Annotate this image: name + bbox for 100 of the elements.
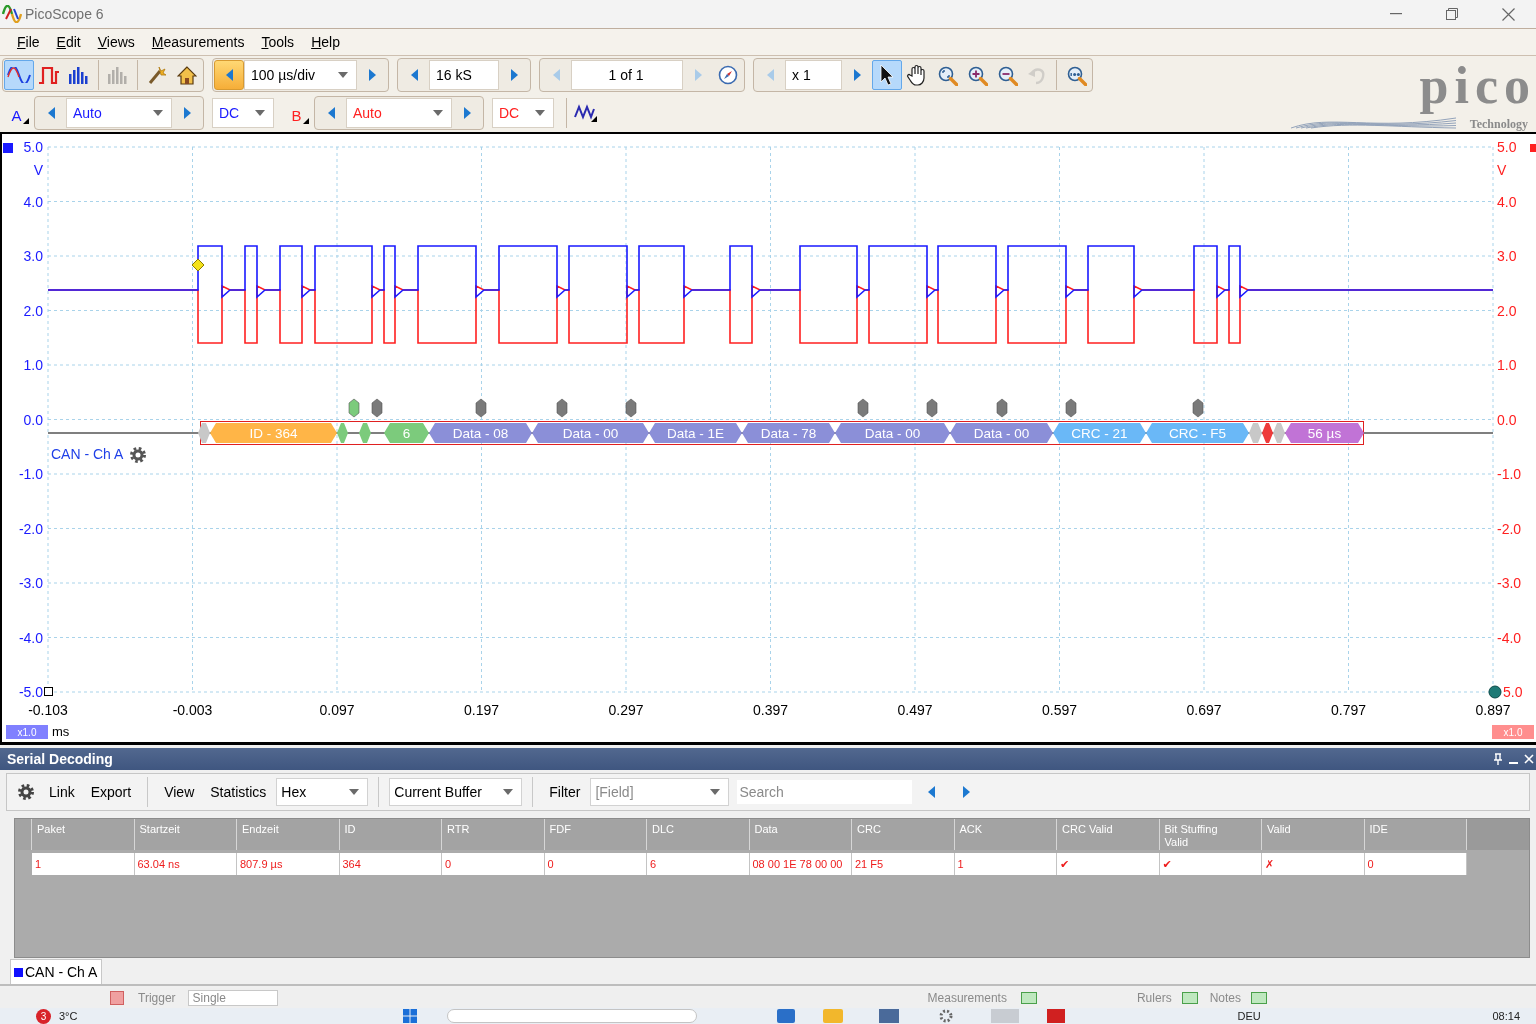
hand-icon — [906, 64, 928, 86]
close-icon[interactable] — [1524, 754, 1534, 764]
taskbar-app-icon[interactable] — [879, 1009, 900, 1023]
ruler-handle-icon[interactable] — [44, 687, 53, 696]
axis-tick-label: 5.0 — [23, 139, 43, 155]
search-field[interactable]: Search — [737, 780, 913, 804]
menu-item[interactable]: Edit — [48, 32, 89, 52]
right-triangle-icon — [183, 107, 191, 119]
buffer-dropdown[interactable]: Current Buffer — [389, 778, 523, 806]
notification-badge: 3 — [36, 1008, 51, 1024]
buffer-field[interactable]: 1 of 1 — [571, 60, 683, 90]
windows-logo-icon[interactable] — [403, 1009, 418, 1023]
column-header[interactable]: CRC Valid — [1057, 819, 1160, 850]
taskbar-search-field[interactable] — [447, 1009, 698, 1023]
wand-icon — [147, 65, 167, 85]
range-dropdown[interactable]: Auto — [66, 98, 172, 128]
table-cell: 0 — [442, 853, 545, 875]
channel-marker-icon[interactable] — [3, 143, 13, 153]
decoded-field[interactable]: Data - 1E — [649, 423, 742, 443]
table-cell: 21 F5 — [852, 853, 955, 875]
decoded-field[interactable]: CRC - F5 — [1146, 423, 1249, 443]
decoded-field[interactable]: Data - 00 — [950, 423, 1053, 443]
ruler-handle-icon[interactable] — [1488, 685, 1502, 699]
language-indicator[interactable]: DEU — [1237, 1010, 1261, 1022]
column-header[interactable]: FDF — [544, 819, 647, 850]
column-header[interactable]: Bit Stuffing Valid — [1159, 819, 1262, 850]
clock-text[interactable]: 08:14 — [1492, 1010, 1520, 1022]
previous-button[interactable] — [214, 60, 244, 90]
menu-item[interactable]: Measurements — [143, 32, 253, 52]
toolbar-button[interactable]: Export — [84, 780, 138, 804]
decoded-field[interactable]: Data - 08 — [429, 423, 532, 443]
toolbar-button[interactable]: View — [158, 780, 201, 804]
pin-icon[interactable] — [1493, 753, 1503, 765]
samples-field[interactable]: 16 kS — [429, 60, 499, 90]
axis-tick-label: 0.897 — [1475, 702, 1511, 718]
column-header[interactable]: Paket — [32, 819, 135, 850]
menu-item[interactable]: Tools — [253, 32, 303, 52]
caret-icon — [710, 789, 721, 795]
window-title: PicoScope 6 — [25, 6, 104, 22]
gear-icon[interactable] — [129, 446, 147, 464]
range-dropdown[interactable]: Auto — [346, 98, 452, 128]
column-header[interactable]: IDE — [1364, 819, 1467, 850]
decoded-field[interactable]: CRC - 21 — [1053, 423, 1146, 443]
decoded-field[interactable]: 6 — [384, 423, 429, 443]
coupling-dropdown[interactable]: DC — [492, 98, 554, 128]
decoded-field[interactable]: Data - 78 — [742, 423, 835, 443]
coupling-dropdown[interactable]: DC — [212, 98, 274, 128]
toolbar-button[interactable]: Link — [43, 780, 81, 804]
column-header[interactable]: Endzeit — [237, 819, 340, 850]
zoom-badge: x1.0 — [6, 725, 48, 739]
axis-tick-label: -5.0 — [18, 684, 43, 700]
axis-tick-label: 5.0 — [1497, 139, 1517, 155]
axis-tick-label: -1.0 — [1497, 466, 1522, 482]
timebase-dropdown[interactable]: 100 µs/div — [244, 60, 357, 90]
decoded-field[interactable]: Data - 00 — [532, 423, 649, 443]
axis-tick-label: 3.0 — [1497, 248, 1517, 264]
field-dropdown[interactable]: [Field] — [590, 778, 730, 806]
table-cell: ✗ — [1262, 853, 1365, 875]
decoded-field[interactable]: Data - 00 — [835, 423, 950, 443]
toolbar-button[interactable]: Statistics — [204, 780, 273, 804]
tab[interactable]: CAN - Ch A — [10, 959, 103, 984]
table-cell: 08 00 1E 78 00 00 — [749, 853, 852, 875]
column-header[interactable]: Valid — [1262, 819, 1365, 850]
menu-item[interactable]: Views — [89, 32, 143, 52]
caret-icon — [349, 789, 360, 795]
column-header[interactable]: DLC — [647, 819, 750, 850]
taskbar-app-icon[interactable] — [777, 1009, 796, 1023]
menu-item[interactable]: Help — [303, 32, 348, 52]
corner-triangle-icon — [302, 118, 309, 124]
channel-button[interactable]: B — [282, 98, 314, 128]
column-header[interactable]: CRC — [852, 819, 955, 850]
tile-icon[interactable] — [1181, 992, 1198, 1004]
tile-icon[interactable] — [1020, 992, 1037, 1004]
axis-tick-label: 1.0 — [23, 357, 43, 373]
dotted-ring-icon[interactable] — [939, 1009, 954, 1023]
zoom-factor-field[interactable]: x 1 — [785, 60, 842, 90]
trigger-mode-dropdown[interactable]: Single — [187, 990, 278, 1006]
view-mode-button[interactable] — [4, 60, 34, 90]
column-header[interactable]: RTR — [442, 819, 545, 850]
column-header[interactable]: Startzeit — [134, 819, 237, 850]
filter-button[interactable]: Filter — [543, 780, 587, 804]
left-triangle-icon — [327, 107, 335, 119]
axis-tick-label: 0.397 — [753, 702, 788, 718]
column-header[interactable]: ID — [339, 819, 442, 850]
logo-wordmark: pico — [1419, 56, 1536, 116]
tile-icon[interactable] — [1251, 992, 1267, 1004]
decoded-field[interactable]: 56 µs — [1285, 423, 1364, 443]
column-header[interactable]: Data — [749, 819, 852, 850]
format-dropdown[interactable]: Hex — [276, 778, 369, 806]
column-header[interactable]: ACK — [954, 819, 1057, 850]
trigger-marker-icon[interactable] — [191, 258, 205, 272]
taskbar-app-icon[interactable] — [1047, 1009, 1066, 1023]
channel-marker-icon[interactable] — [1530, 144, 1536, 152]
menu-item[interactable]: File — [9, 32, 48, 52]
pointer-tool-button[interactable] — [872, 60, 902, 90]
axis-tick-label: -0.103 — [28, 702, 68, 718]
weather-text[interactable]: 3°C — [59, 1010, 78, 1022]
axis-tick-label: -0.003 — [172, 702, 213, 718]
channel-button[interactable]: A — [2, 98, 34, 128]
left-triangle-icon — [928, 786, 936, 798]
